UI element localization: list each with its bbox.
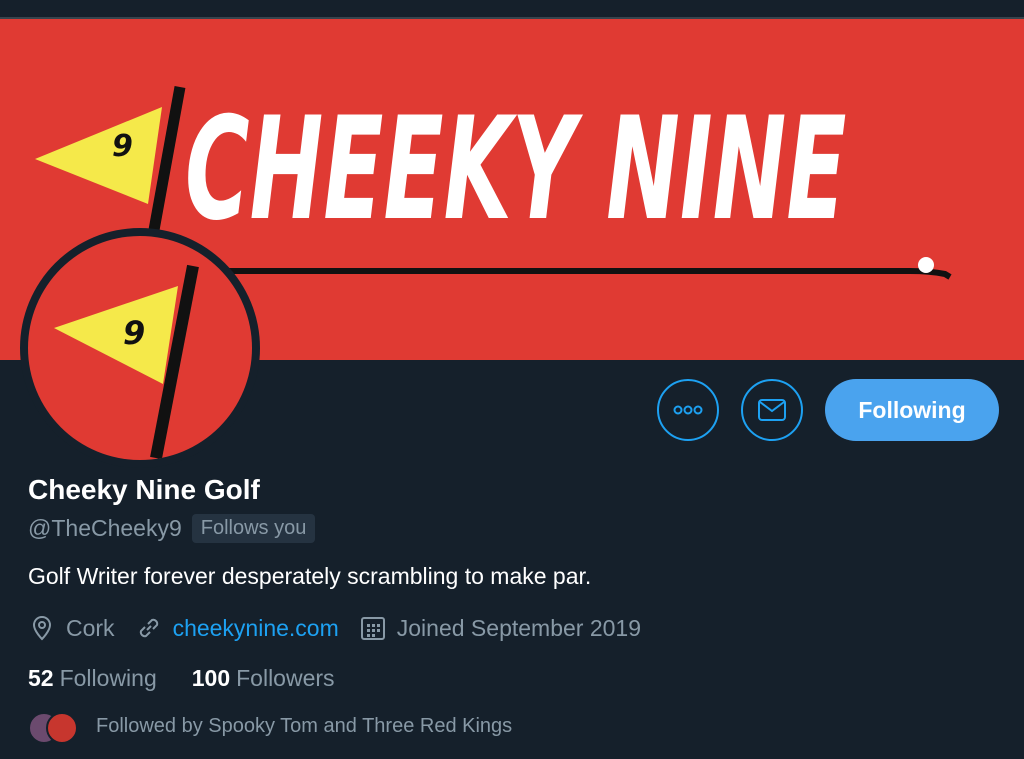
website-link[interactable]: cheekynine.com [173,615,339,642]
follows-you-badge: Follows you [191,513,316,543]
link-icon [135,614,163,642]
joined-text: Joined September 2019 [396,614,641,641]
followers-label: Followers [236,664,335,691]
followed-by-text: Followed by Spooky Tom and Three Red Kin… [96,714,513,737]
followers-count: 100 [191,664,231,691]
profile-bio: Golf Writer forever desperately scrambli… [28,563,592,589]
mail-icon [758,399,786,421]
following-label: Following [59,664,157,691]
following-count: 52 [28,664,54,691]
following-stat[interactable]: 52 Following [28,665,157,692]
profile-meta: Cork cheekynine.com Joined September 201… [28,612,661,644]
more-button[interactable] [657,379,719,441]
website-item[interactable]: cheekynine.com [135,614,339,642]
follower-avatar [46,712,78,744]
avatar-image: 9 [28,236,252,460]
avatar-flag-number: 9 [123,314,146,352]
message-button[interactable] [741,379,803,441]
banner-flag [35,107,162,204]
following-button[interactable]: Following [825,379,999,441]
handle-row: @TheCheeky9 Follows you [28,512,316,544]
avatar[interactable]: 9 [20,228,260,468]
profile-handle: @TheCheeky9 [28,514,182,541]
followed-by-avatars [28,711,84,744]
location-pin-icon [28,614,56,642]
top-bar [0,0,1024,19]
joined-item: Joined September 2019 [359,614,641,642]
golf-ball [918,257,934,273]
more-icon [673,405,703,415]
banner-underline [190,268,952,280]
banner-title: CHEEKY NINE [185,87,847,252]
profile-name: Cheeky Nine Golf [28,474,260,505]
followed-by-row[interactable]: Followed by Spooky Tom and Three Red Kin… [28,710,513,744]
avatar-flag [54,286,178,384]
calendar-icon [359,614,387,642]
location-text: Cork [66,614,115,641]
profile-stats: 52 Following 100 Followers [28,662,370,694]
banner-flag-number: 9 [112,129,133,164]
location-item: Cork [28,614,115,642]
followers-stat[interactable]: 100 Followers [192,665,335,692]
